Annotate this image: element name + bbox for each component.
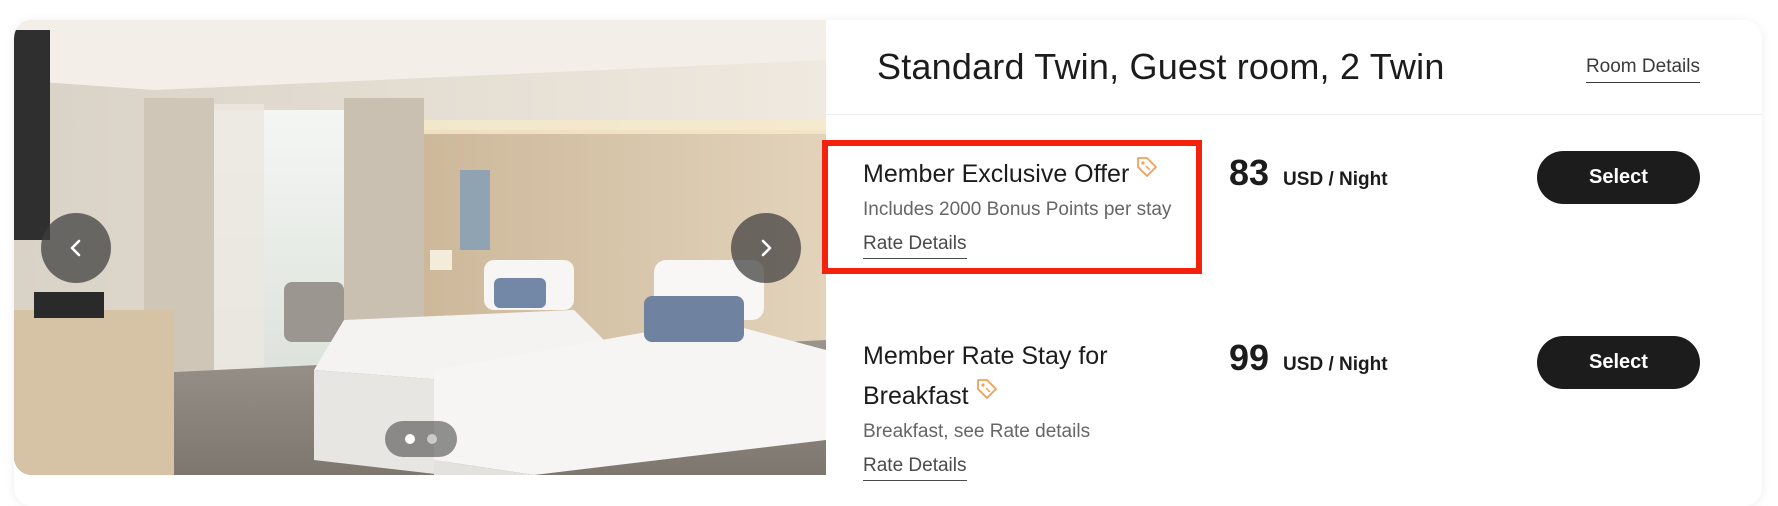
price-unit: USD / Night: [1283, 354, 1388, 375]
rate-description: Includes 2000 Bonus Points per stay: [863, 199, 1172, 221]
chevron-left-icon: [70, 239, 81, 257]
rate-details-link[interactable]: Rate Details: [863, 455, 967, 482]
rate-name-line2: Breakfast: [863, 382, 969, 410]
rate-name: Member Rate Stay for Breakfast: [863, 336, 1108, 417]
rate-name-text: Member Exclusive Offer: [863, 160, 1130, 188]
rate-name: Member Exclusive Offer: [863, 154, 1171, 195]
room-photo-gallery[interactable]: [14, 20, 826, 475]
gallery-dot[interactable]: [427, 434, 437, 444]
chevron-right-icon: [761, 239, 772, 257]
tag-icon: [975, 373, 999, 413]
gallery-prev-button[interactable]: [41, 213, 111, 283]
room-details-link[interactable]: Room Details: [1585, 56, 1700, 83]
gallery-dot-active[interactable]: [405, 434, 415, 444]
price-amount: 99: [1229, 337, 1270, 378]
price-unit: USD / Night: [1283, 169, 1388, 190]
rate-option: Member Rate Stay for Breakfast Breakfast…: [863, 336, 1108, 482]
rate-price: 99 USD / Night: [1229, 337, 1388, 379]
rate-price: 83 USD / Night: [1229, 152, 1388, 194]
rate-option: Member Exclusive Offer Includes 2000 Bon…: [863, 154, 1172, 260]
price-amount: 83: [1229, 152, 1270, 193]
select-rate-button[interactable]: Select: [1537, 336, 1700, 389]
room-header: Standard Twin, Guest room, 2 Twin Room D…: [826, 20, 1762, 115]
room-photo: [14, 20, 826, 475]
tag-icon: [1135, 151, 1159, 191]
room-title: Standard Twin, Guest room, 2 Twin: [877, 46, 1445, 87]
select-rate-button[interactable]: Select: [1537, 151, 1700, 204]
gallery-pagination: [385, 421, 457, 457]
rate-name-line1: Member Rate Stay for: [863, 342, 1108, 370]
gallery-next-button[interactable]: [731, 213, 801, 283]
rate-details-link[interactable]: Rate Details: [863, 233, 967, 260]
rate-description: Breakfast, see Rate details: [863, 421, 1091, 443]
